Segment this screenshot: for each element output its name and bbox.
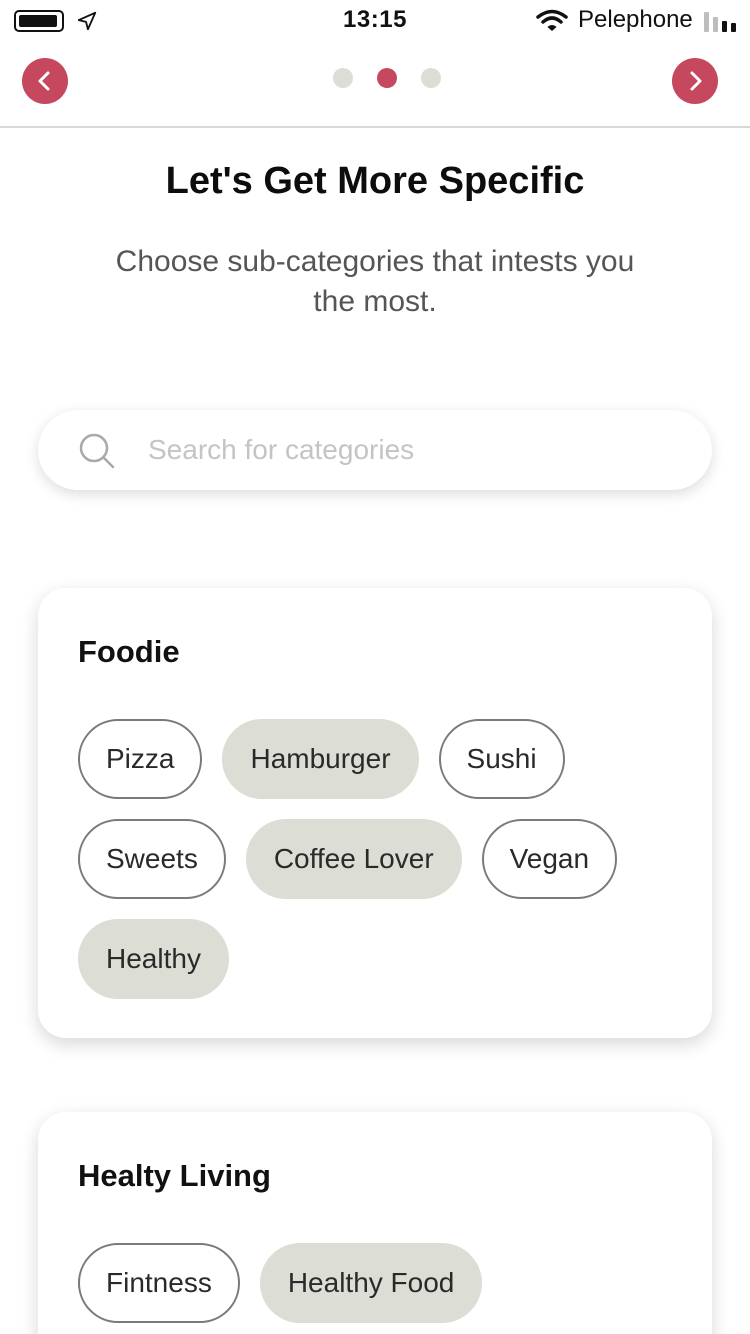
page-subtitle: Choose sub-categories that intests you t… (115, 245, 635, 318)
chip-list: Fintness Healthy Food (78, 1243, 688, 1323)
carrier-name: Pelephone (578, 6, 693, 33)
category-card-foodie: Foodie Pizza Hamburger Sushi Sweets Coff… (38, 588, 712, 1038)
chip-pizza[interactable]: Pizza (78, 719, 203, 799)
chip-healthy[interactable]: Healthy (78, 919, 229, 999)
status-bar: 13:15 Pelephone (0, 0, 750, 40)
chip-healthy-food[interactable]: Healthy Food (259, 1243, 483, 1323)
page-indicator (333, 68, 441, 88)
next-button[interactable] (672, 58, 718, 104)
search-input[interactable] (148, 428, 668, 472)
search-icon (79, 433, 115, 469)
page-dot-active (377, 68, 397, 88)
page-dot (333, 68, 353, 88)
signal-strength-icon (704, 12, 736, 32)
page-title: Let's Get More Specific (165, 160, 585, 202)
wifi-icon (536, 9, 568, 31)
page-dot (421, 68, 441, 88)
category-title: Healty Living (78, 1158, 271, 1193)
chip-hamburger[interactable]: Hamburger (222, 719, 419, 799)
nav-bar (0, 40, 750, 128)
chip-list: Pizza Hamburger Sushi Sweets Coffee Love… (78, 719, 688, 999)
chip-sweets[interactable]: Sweets (78, 819, 226, 899)
search-bar[interactable] (38, 410, 712, 490)
back-button[interactable] (22, 58, 68, 104)
chevron-right-icon (690, 71, 702, 91)
category-title: Foodie (78, 634, 180, 669)
chevron-left-icon (38, 71, 50, 91)
chip-sushi[interactable]: Sushi (438, 719, 565, 799)
chip-vegan[interactable]: Vegan (481, 819, 618, 899)
category-card-healthy-living: Healty Living Fintness Healthy Food (38, 1112, 712, 1334)
chip-fitness[interactable]: Fintness (78, 1243, 240, 1323)
chip-coffee-lover[interactable]: Coffee Lover (245, 819, 462, 899)
